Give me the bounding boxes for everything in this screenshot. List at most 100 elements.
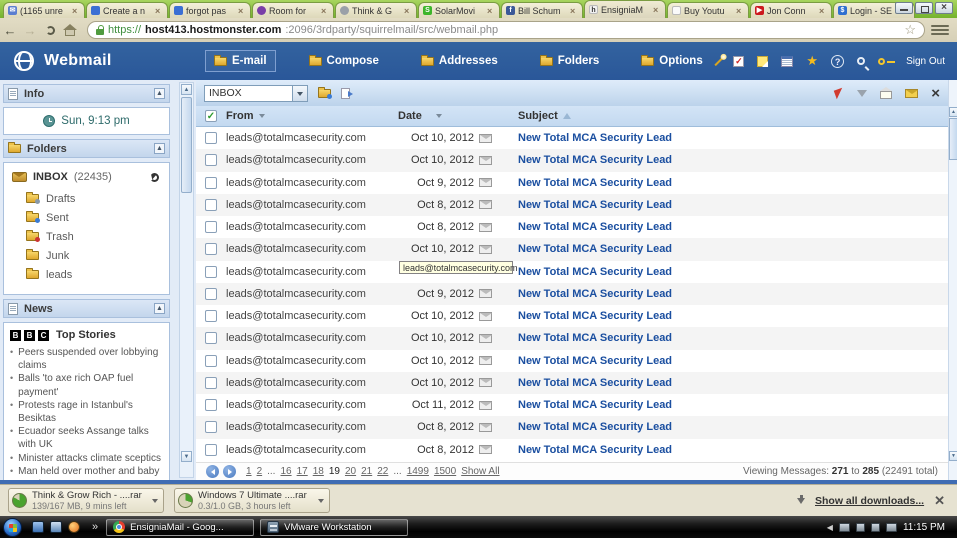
page-link[interactable]: 22 <box>377 466 388 477</box>
bookmark-star-icon[interactable]: ☆ <box>904 24 916 36</box>
folder-item[interactable]: Junk <box>12 246 163 265</box>
row-checkbox[interactable] <box>205 132 217 144</box>
page-link[interactable]: ... <box>393 466 401 477</box>
mail-subject-link[interactable]: New Total MCA Security Lead <box>518 355 672 367</box>
mail-row[interactable]: leads@totalmcasecurity.com Oct 10, 2012 … <box>196 127 948 149</box>
browser-menu-icon[interactable] <box>931 23 949 37</box>
nav-item[interactable]: E-mail <box>205 50 276 72</box>
calendar-icon[interactable] <box>781 56 793 67</box>
nav-item[interactable]: Options <box>632 50 711 72</box>
news-headline[interactable]: • Minister attacks climate sceptics <box>10 452 165 465</box>
browser-tab[interactable]: Think & G × <box>335 2 417 18</box>
tab-close-icon[interactable]: × <box>155 7 163 15</box>
chevron-down-icon[interactable] <box>292 86 307 101</box>
info-panel-header[interactable]: Info ▲ <box>3 84 170 103</box>
row-checkbox[interactable] <box>205 310 217 322</box>
taskbar-button[interactable]: VMware Workstation <box>260 519 408 536</box>
wand-icon[interactable] <box>715 56 724 65</box>
tab-close-icon[interactable]: × <box>736 7 744 15</box>
browser-tab[interactable]: h EnsigniaM × <box>584 0 666 18</box>
mail-row[interactable]: leads@totalmcasecurity.com Oct 10, 2012 … <box>196 238 948 260</box>
scrollbar-thumb[interactable] <box>181 97 192 193</box>
row-checkbox[interactable] <box>205 154 217 166</box>
folder-item[interactable]: Drafts <box>12 189 163 208</box>
update-icon[interactable] <box>871 523 880 532</box>
minimize-icon[interactable] <box>895 2 913 14</box>
mail-subject-link[interactable]: New Total MCA Security Lead <box>518 177 672 189</box>
news-headline[interactable]: • Balls 'to axe rich OAP fuel payment' <box>10 372 165 398</box>
news-headline[interactable]: • Ecuador seeks Assange talks with UK <box>10 425 165 451</box>
mail-row[interactable]: leads@totalmcasecurity.com Oct 8, 2012 N… <box>196 416 948 438</box>
nav-item[interactable]: Folders <box>531 50 609 72</box>
sign-out-link[interactable]: Sign Out <box>906 56 945 67</box>
reload-icon[interactable] <box>46 26 55 35</box>
mail-subject-link[interactable]: New Total MCA Security Lead <box>518 377 672 389</box>
page-link[interactable]: 19 <box>329 466 340 477</box>
volume-icon[interactable] <box>886 523 897 532</box>
scrollbar-thumb[interactable] <box>949 118 957 160</box>
mail-subject-link[interactable]: New Total MCA Security Lead <box>518 243 672 255</box>
browser-tab[interactable]: Buy Youtu × <box>667 2 749 18</box>
bookmark-icon[interactable]: ★ <box>806 55 818 67</box>
column-subject[interactable]: Subject <box>518 110 948 122</box>
news-headline[interactable]: • Protests rage in Istanbul's Besiktas <box>10 399 165 425</box>
mail-row[interactable]: leads@totalmcasecurity.com Oct 10, 2012 … <box>196 350 948 372</box>
collapse-icon[interactable]: ▲ <box>154 303 165 314</box>
page-link[interactable]: 20 <box>345 466 356 477</box>
close-download-bar-icon[interactable]: ✕ <box>934 493 945 509</box>
help-icon[interactable]: ? <box>831 55 844 68</box>
page-link[interactable]: 1 <box>246 466 252 477</box>
tray-expand-icon[interactable]: ◀ <box>827 523 833 532</box>
mail-subject-link[interactable]: New Total MCA Security Lead <box>518 221 672 233</box>
down-arrow-icon[interactable] <box>857 90 867 97</box>
scroll-down-icon[interactable]: ▼ <box>949 451 957 461</box>
mail-row[interactable]: leads@totalmcasecurity.com Oct 10, 2012 … <box>196 149 948 171</box>
row-checkbox[interactable] <box>205 199 217 211</box>
page-link[interactable]: 16 <box>280 466 291 477</box>
show-desktop-icon[interactable] <box>32 521 44 533</box>
https-lock-icon[interactable] <box>96 29 104 35</box>
mail-row[interactable]: leads@totalmcasecurity.com Oct 10, 2012 … <box>196 327 948 349</box>
folder-inbox[interactable]: INBOX (22435) <box>12 171 163 183</box>
page-link[interactable]: 18 <box>313 466 324 477</box>
refresh-icon[interactable] <box>150 173 159 182</box>
notes-icon[interactable] <box>757 56 768 67</box>
tab-close-icon[interactable]: × <box>238 7 246 15</box>
collapse-icon[interactable]: ▲ <box>154 88 165 99</box>
folder-item[interactable]: Trash <box>12 227 163 246</box>
network-icon[interactable] <box>856 523 865 532</box>
column-date[interactable]: Date <box>398 110 518 122</box>
chevron-down-icon[interactable] <box>152 499 158 503</box>
sidebar-scrollbar[interactable]: ▲ ▼ <box>179 82 194 478</box>
scroll-up-icon[interactable]: ▲ <box>181 84 192 95</box>
chevron-down-icon[interactable] <box>318 499 324 503</box>
news-panel-header[interactable]: News ▲ <box>3 299 170 318</box>
taskbar-button[interactable]: EnsigniaMail - Goog... <box>106 519 254 536</box>
mail-subject-link[interactable]: New Total MCA Security Lead <box>518 288 672 300</box>
row-checkbox[interactable] <box>205 444 217 456</box>
url-box[interactable]: https://host413.hostmonster.com:2096/3rd… <box>87 21 925 39</box>
folder-item[interactable]: Sent <box>12 208 163 227</box>
row-checkbox[interactable] <box>205 377 217 389</box>
back-icon[interactable]: ← <box>0 23 20 38</box>
mail-subject-link[interactable]: New Total MCA Security Lead <box>518 332 672 344</box>
flag-icon[interactable] <box>834 87 846 99</box>
download-item[interactable]: Windows 7 Ultimate ....rar 0.3/1.0 GB, 3… <box>174 488 330 513</box>
mail-row[interactable]: leads@totalmcasecurity.com Oct 9, 2012 N… <box>196 283 948 305</box>
row-checkbox[interactable] <box>205 355 217 367</box>
mailbox-select[interactable]: INBOX <box>204 85 308 102</box>
row-checkbox[interactable] <box>205 177 217 189</box>
page-link[interactable]: 21 <box>361 466 372 477</box>
row-checkbox[interactable] <box>205 221 217 233</box>
scroll-down-icon[interactable]: ▼ <box>181 451 192 462</box>
mail-row[interactable]: leads@totalmcasecurity.com Oct 11, 2012 … <box>196 394 948 416</box>
browser-tab[interactable]: Room for × <box>252 2 334 18</box>
prev-page-icon[interactable] <box>206 465 219 478</box>
mail-subject-link[interactable]: New Total MCA Security Lead <box>518 310 672 322</box>
tab-close-icon[interactable]: × <box>404 7 412 15</box>
mail-subject-link[interactable]: New Total MCA Security Lead <box>518 399 672 411</box>
page-link[interactable]: Show All <box>461 466 499 477</box>
row-checkbox[interactable] <box>205 421 217 433</box>
mail-subject-link[interactable]: New Total MCA Security Lead <box>518 444 672 456</box>
browser-quicklaunch-icon[interactable] <box>68 521 80 533</box>
